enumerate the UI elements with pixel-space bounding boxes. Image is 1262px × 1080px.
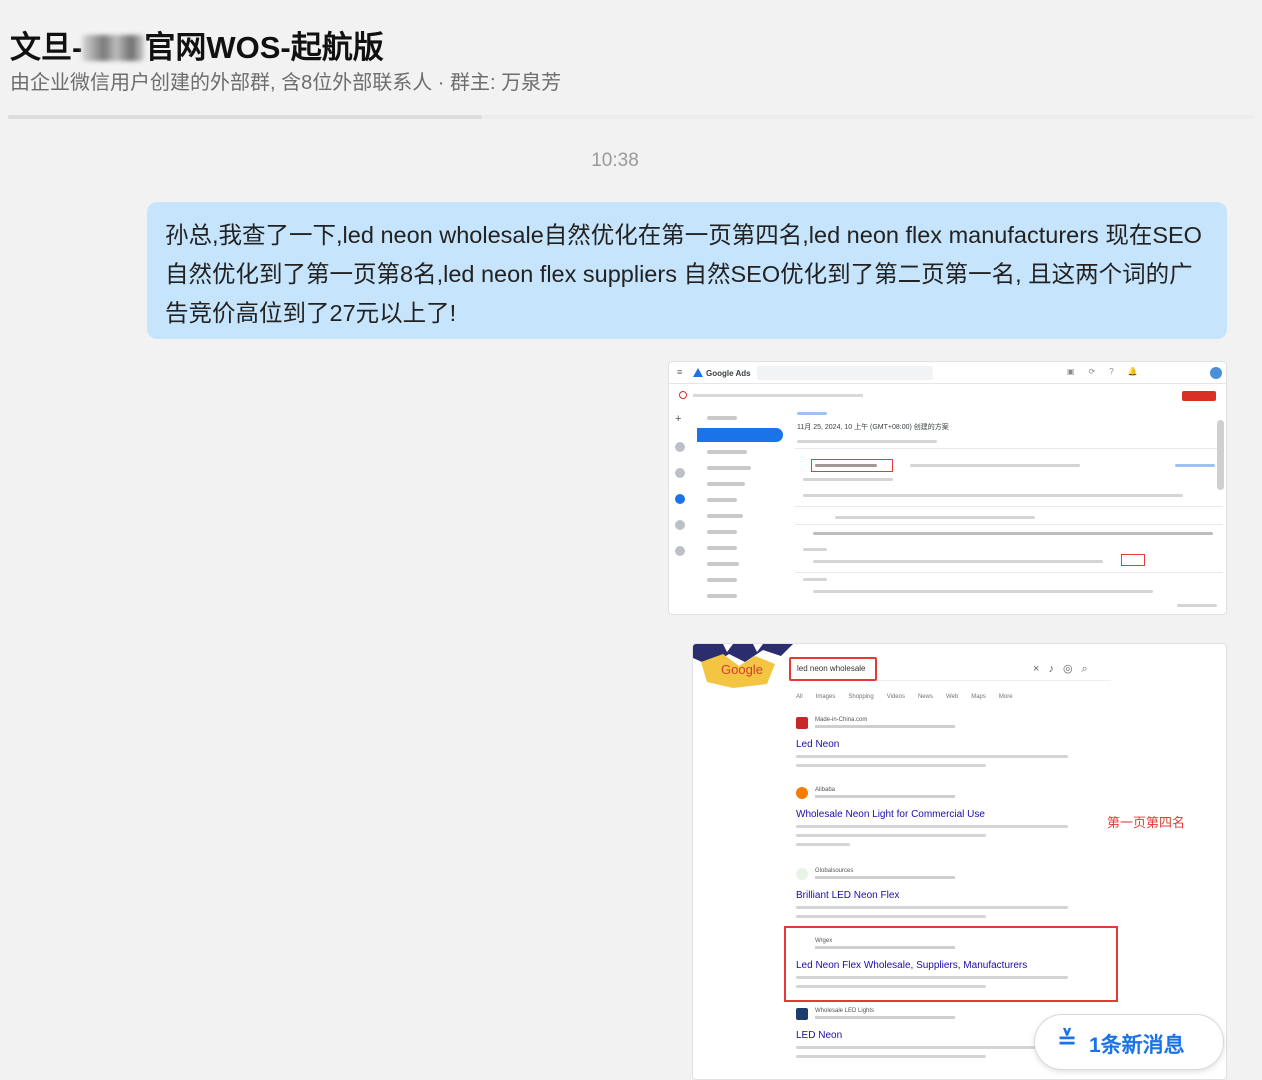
ads-app-name: Google Ads bbox=[706, 369, 751, 378]
result-favicon bbox=[796, 717, 808, 729]
result-favicon bbox=[796, 787, 808, 799]
rail-icon-tools bbox=[675, 494, 685, 504]
google-ads-logo: Google Ads bbox=[693, 368, 751, 378]
double-chevron-down-icon: ≚ bbox=[1057, 1027, 1078, 1054]
doodle-logo-text: Google bbox=[721, 662, 763, 677]
rank-annotation: 第一页第四名 bbox=[1107, 815, 1186, 830]
result-site: Wholesale LED Lights bbox=[815, 1008, 875, 1014]
account-avatar bbox=[1210, 367, 1222, 379]
result-site: Made-in-China.com bbox=[815, 717, 868, 723]
message-bubble[interactable]: 孙总,我查了一下,led neon wholesale自然优化在第一页第四名,l… bbox=[147, 202, 1227, 339]
rail-icon-3 bbox=[675, 520, 685, 530]
result-site: Wrgex bbox=[815, 938, 833, 944]
ads-left-rail: + bbox=[669, 408, 691, 608]
ads-red-button bbox=[1182, 391, 1216, 401]
serp-tab: News bbox=[917, 694, 933, 700]
serp-result: Wrgex Led Neon Flex Wholesale, Suppliers… bbox=[796, 938, 1086, 998]
clear-icon: × bbox=[1033, 663, 1049, 675]
mic-icon: ♪ bbox=[1048, 663, 1063, 675]
chat-title[interactable]: 文旦- 官网WOS-起航版 bbox=[10, 22, 384, 67]
google-doodle-logo: Google bbox=[693, 644, 793, 688]
serp-tab: All bbox=[796, 694, 803, 700]
bid-highlight-box bbox=[1121, 554, 1145, 566]
result-favicon bbox=[796, 938, 808, 950]
result-site: Globalsources bbox=[815, 868, 854, 874]
serp-tab: More bbox=[998, 694, 1013, 700]
result-title: LED Neon bbox=[796, 1030, 843, 1041]
result-site: Alibaba bbox=[815, 787, 836, 793]
search-icon: ⌕ bbox=[1081, 663, 1097, 675]
result-title: Brilliant LED Neon Flex bbox=[796, 890, 900, 901]
ads-plan-date: 11月 25, 2024, 10 上午 (GMT+08:00) 创建的方案 bbox=[797, 424, 949, 431]
rail-icon-4 bbox=[675, 546, 685, 556]
serp-tab: Web bbox=[945, 694, 959, 700]
ads-logo-icon bbox=[693, 368, 703, 377]
chat-title-prefix: 文旦- bbox=[10, 30, 83, 65]
serp-tab: Maps bbox=[971, 694, 986, 700]
serp-tab: Images bbox=[815, 694, 836, 700]
ads-main-panel: 11月 25, 2024, 10 上午 (GMT+08:00) 创建的方案 bbox=[795, 410, 1223, 610]
result-favicon bbox=[796, 1008, 808, 1020]
ads-notice-bar bbox=[669, 389, 1226, 403]
plus-icon: + bbox=[675, 413, 682, 425]
result-title: Wholesale Neon Light for Commercial Use bbox=[796, 809, 985, 820]
notice-icon bbox=[679, 391, 687, 399]
serp-result: Made-in-China.com Led Neon bbox=[796, 717, 1086, 777]
serp-result: Alibaba Wholesale Neon Light for Commerc… bbox=[796, 787, 1086, 857]
ads-side-nav bbox=[697, 410, 785, 610]
serp-search-tools: ×♪◎⌕ bbox=[1033, 662, 1097, 676]
serp-result: Globalsources Brilliant LED Neon Flex bbox=[796, 868, 1086, 928]
chat-subtitle: 由企业微信用户创建的外部群, 含8位外部联系人 · 群主: 万泉芳 bbox=[10, 72, 562, 94]
chat-header: 文旦- 官网WOS-起航版 由企业微信用户创建的外部群, 含8位外部联系人 · 群… bbox=[0, 0, 1262, 119]
new-message-button[interactable]: ≚ 1条新消息 bbox=[1034, 1014, 1224, 1070]
ads-search-box bbox=[757, 366, 933, 380]
nav-active-item bbox=[697, 428, 783, 442]
result-title: Led Neon bbox=[796, 739, 840, 750]
image-attachment-google-ads[interactable]: ≡ Google Ads ▣⟳?🔔 + 11月 25, 2024, 10 上午 … bbox=[668, 361, 1227, 615]
result-title: Led Neon Flex Wholesale, Suppliers, Manu… bbox=[796, 960, 1028, 971]
serp-tabs: All Images Shopping Videos News Web Maps More bbox=[796, 694, 1026, 700]
lens-icon: ◎ bbox=[1062, 663, 1082, 675]
new-message-label: 1条新消息 bbox=[1089, 1034, 1185, 1057]
redacted-name-blur bbox=[82, 35, 145, 61]
serp-tab: Videos bbox=[886, 694, 905, 700]
serp-tab: Shopping bbox=[848, 694, 874, 700]
header-divider bbox=[8, 115, 1254, 119]
serp-search-query: led neon wholesale bbox=[789, 657, 877, 681]
rail-icon-2 bbox=[675, 468, 685, 478]
result-favicon bbox=[796, 868, 808, 880]
rail-icon-1 bbox=[675, 442, 685, 452]
menu-icon: ≡ bbox=[677, 367, 683, 377]
ads-scrollbar bbox=[1217, 420, 1224, 490]
ads-top-bar: ≡ Google Ads ▣⟳?🔔 bbox=[669, 362, 1226, 384]
message-timestamp: 10:38 bbox=[591, 150, 639, 171]
ads-toolbar-icons: ▣⟳?🔔 bbox=[1067, 367, 1152, 376]
chat-title-suffix: 官网WOS-起航版 bbox=[144, 30, 384, 65]
